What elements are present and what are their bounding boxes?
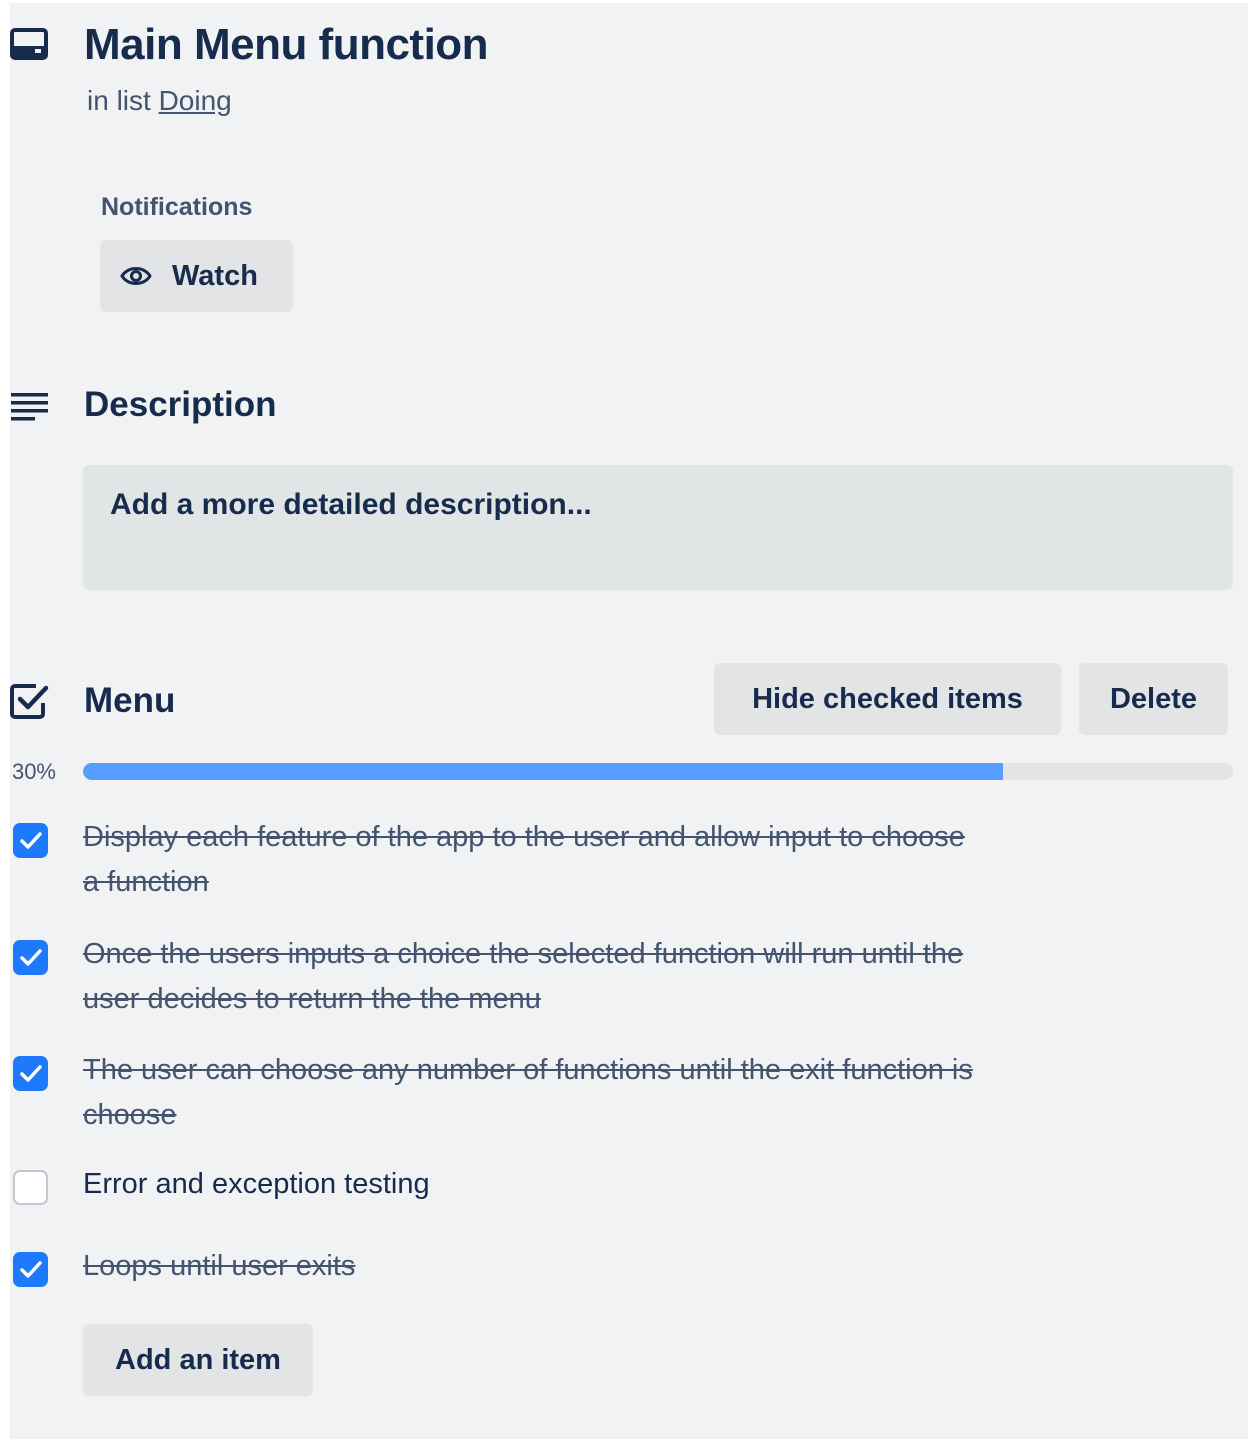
checklist-title[interactable]: Menu (84, 679, 175, 723)
description-input[interactable]: Add a more detailed description... (83, 465, 1233, 590)
item-text[interactable]: Display each feature of the app to the u… (83, 815, 983, 905)
watch-button[interactable]: Watch (100, 240, 293, 312)
add-item-button[interactable]: Add an item (83, 1324, 313, 1396)
item-text[interactable]: Once the users inputs a choice the selec… (83, 932, 983, 1022)
description-heading: Description (84, 385, 277, 424)
card-list-info: in list Doing (87, 83, 232, 119)
eye-icon (120, 267, 152, 285)
checkmark-icon (19, 831, 42, 849)
checkmark-icon (19, 1260, 42, 1278)
item-text[interactable]: Loops until user exits (83, 1244, 983, 1289)
checkmark-icon (19, 1064, 42, 1082)
item-text[interactable]: Error and exception testing (83, 1162, 983, 1207)
progress-percent: 30% (11, 759, 56, 784)
description-icon (11, 393, 48, 421)
checklist-icon (10, 684, 49, 719)
progress-bar (83, 763, 1233, 780)
in-list-prefix: in list (87, 85, 151, 116)
notifications-label: Notifications (101, 193, 253, 221)
card-title[interactable]: Main Menu function (84, 17, 489, 73)
item-checkbox[interactable] (13, 1170, 48, 1205)
item-checkbox[interactable] (13, 1056, 48, 1091)
checkmark-icon (19, 948, 42, 966)
progress-bar-fill (83, 763, 1003, 780)
delete-checklist-button[interactable]: Delete (1079, 663, 1228, 735)
card-icon (10, 28, 48, 60)
item-checkbox[interactable] (13, 940, 48, 975)
item-checkbox[interactable] (13, 823, 48, 858)
hide-checked-items-button[interactable]: Hide checked items (714, 663, 1061, 735)
watch-label: Watch (172, 259, 258, 292)
list-link[interactable]: Doing (159, 85, 232, 116)
card-detail-panel: Main Menu function in list Doing Notific… (10, 3, 1248, 1439)
item-text[interactable]: The user can choose any number of functi… (83, 1048, 983, 1138)
item-checkbox[interactable] (13, 1252, 48, 1287)
